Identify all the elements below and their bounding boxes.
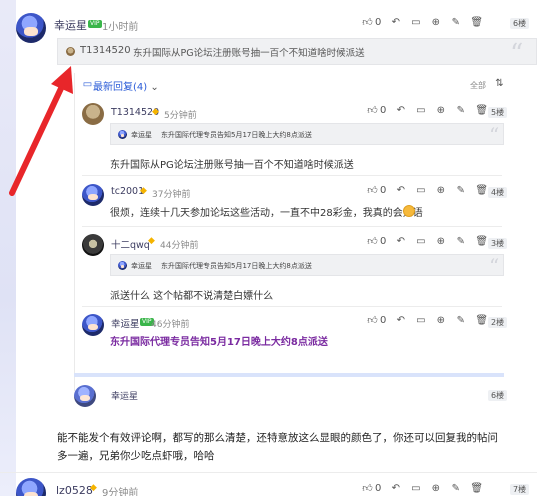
comment-thread-page: { "main_comment": { "author": "幸运星", "ba… (0, 0, 537, 496)
red-annotation-arrow-icon (9, 66, 73, 196)
